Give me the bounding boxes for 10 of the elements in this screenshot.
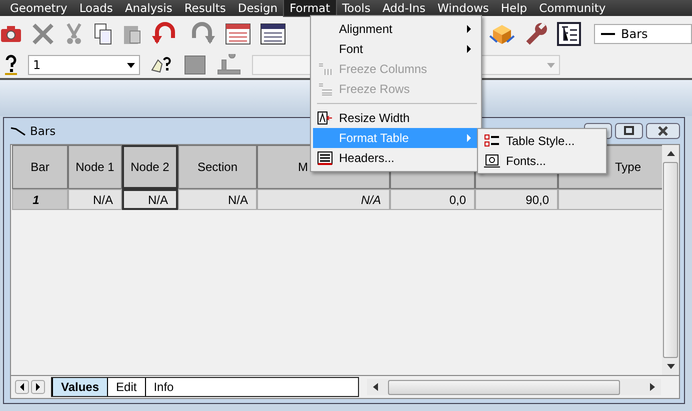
table-cell: 1 [12, 189, 68, 210]
table-cell: N/A [122, 189, 178, 210]
table-cell: N/A [68, 189, 122, 210]
combo-value: Bars [621, 27, 648, 41]
table-cell: N/A [257, 189, 390, 210]
window-title: Bars [30, 124, 56, 138]
combo-value: 1 [33, 58, 41, 72]
table-cell: N/A [178, 189, 257, 210]
table-cell: 0,0 [390, 189, 475, 210]
table-cell: 90,0 [475, 189, 558, 210]
